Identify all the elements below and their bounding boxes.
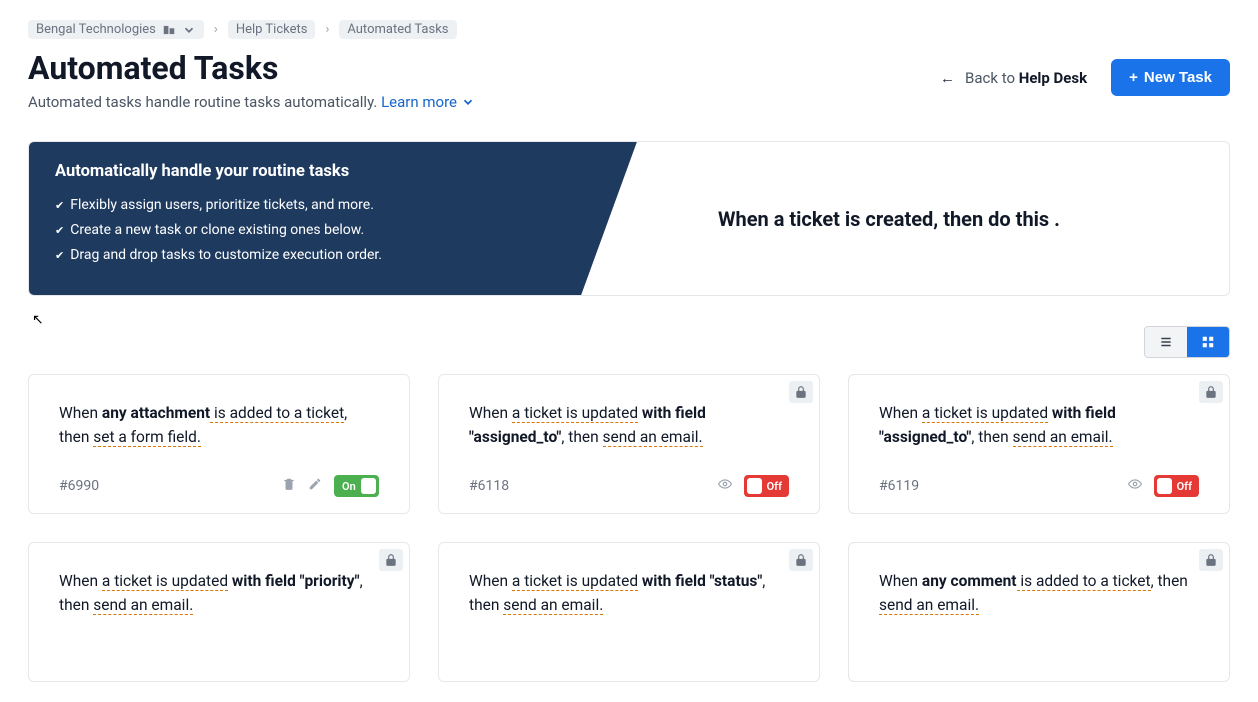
hero-preview-text: When a ticket is created, then do this .: [549, 142, 1229, 295]
chevron-down-icon: [182, 23, 196, 37]
task-description: When a ticket is updated with field "ass…: [469, 401, 789, 449]
task-card-footer: #6118 Off: [469, 475, 789, 497]
lock-icon: [1199, 549, 1223, 571]
task-actions: Off: [1128, 475, 1199, 497]
task-description: When any attachment is added to a ticket…: [59, 401, 379, 449]
grid-icon: [1201, 335, 1215, 349]
hero-title: Automatically handle your routine tasks: [55, 162, 523, 181]
hero-bullet: Create a new task or clone existing ones…: [55, 218, 523, 243]
lock-icon: [1199, 381, 1223, 403]
task-toggle[interactable]: Off: [1154, 475, 1199, 497]
tasks-grid: When any attachment is added to a ticket…: [28, 374, 1230, 682]
hero-bullets: Flexibly assign users, prioritize ticket…: [55, 193, 523, 269]
plus-icon: +: [1129, 69, 1138, 86]
task-actions: Off: [718, 475, 789, 497]
task-card[interactable]: When a ticket is updated with field "pri…: [28, 542, 410, 682]
new-task-button[interactable]: + New Task: [1111, 59, 1230, 96]
chevron-down-icon: [461, 95, 475, 109]
task-actions: On: [282, 475, 379, 497]
arrow-left-icon: ←: [940, 69, 955, 87]
task-id: #6990: [59, 478, 99, 494]
edit-icon[interactable]: [308, 477, 322, 495]
hero-bullet: Drag and drop tasks to customize executi…: [55, 243, 523, 268]
lock-icon: [789, 381, 813, 403]
hero-bullet: Flexibly assign users, prioritize ticket…: [55, 193, 523, 218]
task-description: When a ticket is updated with field "sta…: [469, 569, 789, 617]
lock-icon: [379, 549, 403, 571]
task-description: When a ticket is updated with field "ass…: [879, 401, 1199, 449]
task-id: #6119: [879, 478, 919, 494]
breadcrumb: Bengal Technologies › Help Tickets › Aut…: [28, 20, 1230, 39]
task-toggle[interactable]: Off: [744, 475, 789, 497]
task-card[interactable]: When a ticket is updated with field "ass…: [438, 374, 820, 514]
task-card-footer: #6990 On: [59, 475, 379, 497]
page-subtitle: Automated tasks handle routine tasks aut…: [28, 93, 475, 111]
task-card-footer: #6119 Off: [879, 475, 1199, 497]
breadcrumb-org-label: Bengal Technologies: [36, 22, 156, 37]
grid-view-button[interactable]: [1187, 327, 1229, 357]
hero-banner: Automatically handle your routine tasks …: [28, 141, 1230, 296]
list-icon: [1159, 335, 1173, 349]
task-toggle[interactable]: On: [334, 475, 379, 497]
trash-icon[interactable]: [282, 477, 296, 495]
breadcrumb-automated-tasks[interactable]: Automated Tasks: [339, 20, 456, 39]
breadcrumb-separator: ›: [210, 22, 222, 37]
org-icon: [162, 23, 176, 37]
task-card[interactable]: When a ticket is updated with field "ass…: [848, 374, 1230, 514]
task-card[interactable]: When any attachment is added to a ticket…: [28, 374, 410, 514]
list-view-button[interactable]: [1145, 327, 1187, 357]
breadcrumb-org[interactable]: Bengal Technologies: [28, 20, 204, 39]
eye-icon[interactable]: [1128, 477, 1142, 495]
back-link[interactable]: ← Back to Help Desk: [940, 69, 1087, 87]
breadcrumb-separator: ›: [321, 22, 333, 37]
learn-more-link[interactable]: Learn more: [381, 93, 475, 111]
page-title: Automated Tasks: [28, 49, 475, 87]
eye-icon[interactable]: [718, 477, 732, 495]
view-toggle: [1144, 326, 1230, 358]
task-card[interactable]: When any comment is added to a ticket, t…: [848, 542, 1230, 682]
lock-icon: [789, 549, 813, 571]
task-description: When any comment is added to a ticket, t…: [879, 569, 1199, 617]
task-description: When a ticket is updated with field "pri…: [59, 569, 379, 617]
task-card[interactable]: When a ticket is updated with field "sta…: [438, 542, 820, 682]
task-id: #6118: [469, 478, 509, 494]
breadcrumb-help-tickets[interactable]: Help Tickets: [228, 20, 316, 39]
